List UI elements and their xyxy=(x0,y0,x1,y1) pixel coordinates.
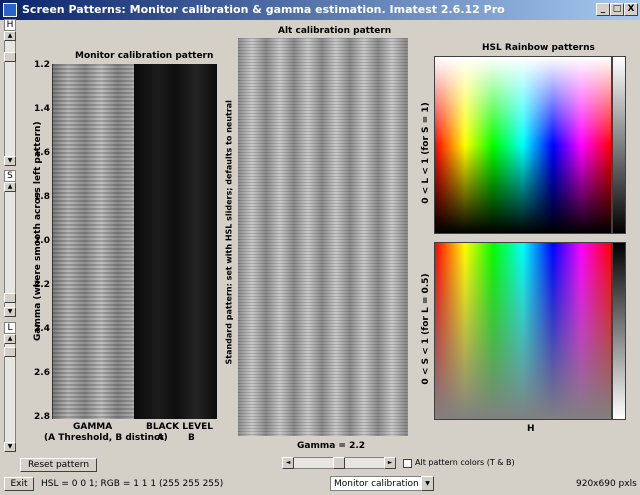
app-icon xyxy=(3,3,17,17)
h-slider-up-button[interactable]: ▲ xyxy=(4,31,16,41)
monitor-pattern-image xyxy=(52,64,217,419)
l-slider-label: L xyxy=(4,322,16,334)
gamma-tick-label: 1.6 xyxy=(34,148,50,158)
chevron-down-icon[interactable]: ▼ xyxy=(421,476,434,491)
alt-gamma-slider-left-button[interactable]: ◄ xyxy=(282,457,294,469)
alt-gamma-slider-thumb[interactable] xyxy=(333,457,345,469)
hsl-x-label: H xyxy=(527,424,535,434)
alt-gamma-slider[interactable]: ◄ ► xyxy=(282,457,396,469)
gamma-tick-label: 1.2 xyxy=(34,60,50,70)
mode-select[interactable]: Monitor calibration ▼ xyxy=(330,476,434,491)
l-slider-thumb[interactable] xyxy=(4,347,16,357)
maximize-button[interactable]: □ xyxy=(610,3,624,16)
hsl-saturation-bar xyxy=(612,242,626,420)
hsl-top-label: 0 < L < 1 (for S = 1) xyxy=(421,102,431,204)
l-slider[interactable]: ▲ ▼ xyxy=(4,334,16,452)
s-slider-label: S xyxy=(4,170,16,182)
window-size-text: 920x690 pxls xyxy=(576,479,637,489)
s-slider-down-button[interactable]: ▼ xyxy=(4,307,16,317)
gamma-tick-label: 1.8 xyxy=(34,192,50,202)
hsl-bottom-label: 0 < S < 1 (for L = 0.5) xyxy=(421,273,431,385)
black-level-b-label: B xyxy=(188,433,195,443)
alt-gamma-slider-right-button[interactable]: ► xyxy=(384,457,396,469)
gamma-label: GAMMA xyxy=(73,422,113,432)
h-slider-thumb[interactable] xyxy=(4,52,16,62)
gamma-tick-label: 2.0 xyxy=(34,236,50,246)
gamma-tick-label: 2.6 xyxy=(34,368,50,378)
exit-button[interactable]: Exit xyxy=(4,477,34,491)
alt-pattern-image xyxy=(238,38,408,436)
minimize-button[interactable]: _ xyxy=(596,3,610,16)
alt-pattern-title: Alt calibration pattern xyxy=(278,26,392,36)
hsl-lightness-pattern xyxy=(434,56,612,234)
hsl-saturation-pattern xyxy=(434,242,612,420)
s-slider[interactable]: ▲ ▼ xyxy=(4,182,16,317)
alt-pattern-colors-checkbox[interactable] xyxy=(403,459,412,468)
mode-select-value: Monitor calibration xyxy=(334,479,419,489)
hsl-rgb-status: HSL = 0 0 1; RGB = 1 1 1 (255 255 255) xyxy=(41,479,224,489)
l-slider-down-button[interactable]: ▼ xyxy=(4,442,16,452)
alt-pattern-side-label: Standard pattern: set with HSL sliders; … xyxy=(224,100,234,365)
gamma-sublabel: (A Threshold, B distinct) xyxy=(44,433,168,443)
black-level-label: BLACK LEVEL xyxy=(146,422,214,432)
gamma-tick-label: 2.2 xyxy=(34,280,50,290)
alt-pattern-colors-label: Alt pattern colors (T & B) xyxy=(415,458,515,467)
s-slider-thumb[interactable] xyxy=(4,293,16,303)
reset-pattern-button[interactable]: Reset pattern xyxy=(20,458,97,472)
l-slider-up-button[interactable]: ▲ xyxy=(4,334,16,344)
gamma-tick-label: 2.4 xyxy=(34,324,50,334)
h-slider-down-button[interactable]: ▼ xyxy=(4,156,16,166)
close-button[interactable]: X xyxy=(624,3,638,16)
s-slider-up-button[interactable]: ▲ xyxy=(4,182,16,192)
hsl-lightness-bar xyxy=(612,56,626,234)
h-slider-label: H xyxy=(4,19,16,31)
gamma-tick-label: 1.4 xyxy=(34,104,50,114)
monitor-pattern-title: Monitor calibration pattern xyxy=(75,51,214,61)
h-slider[interactable]: ▲ ▼ xyxy=(4,31,16,166)
black-level-a-label: A xyxy=(157,433,164,443)
alt-gamma-value: Gamma = 2.2 xyxy=(297,441,366,451)
gamma-tick-label: 2.8 xyxy=(34,412,50,422)
window-title: Screen Patterns: Monitor calibration & g… xyxy=(22,3,505,16)
title-bar: Screen Patterns: Monitor calibration & g… xyxy=(0,0,640,20)
hsl-title: HSL Rainbow patterns xyxy=(482,43,595,53)
